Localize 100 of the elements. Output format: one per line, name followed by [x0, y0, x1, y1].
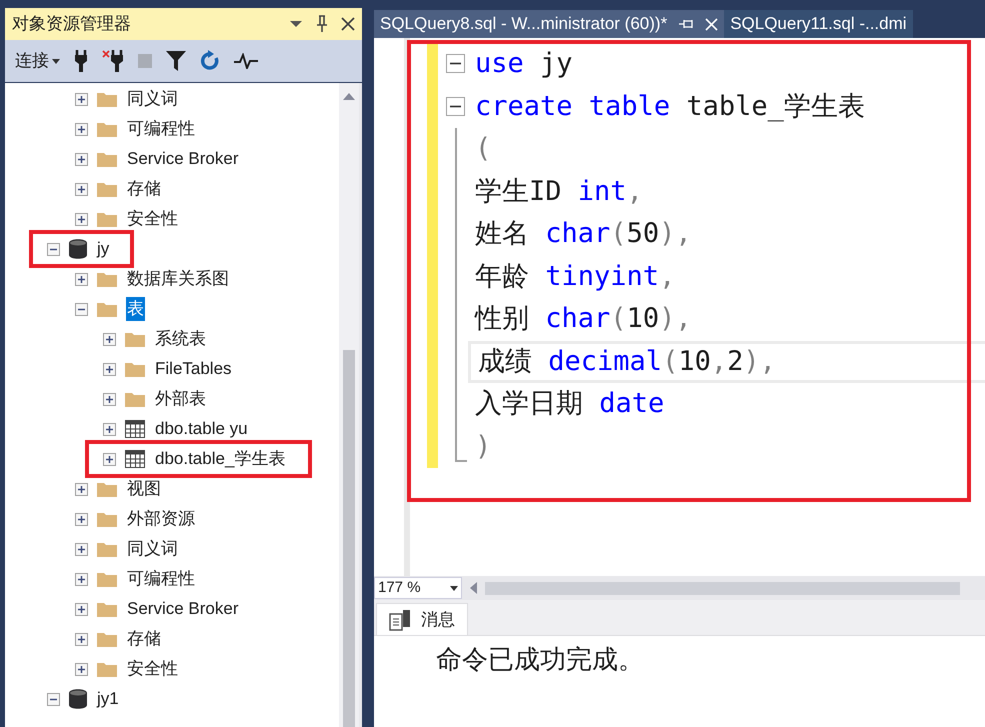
document-tab[interactable]: SQLQuery11.sql -...dmi — [724, 10, 913, 38]
code-line: use jy — [475, 47, 573, 82]
code-editor[interactable]: use jy create table table_学生表 ( 学生ID int, 姓名 char(50), 年龄 tinyint, 性别 char(10), 成绩 decimal(10,2), 入学日期 date ) — [374, 38, 985, 576]
code-line: 学生ID int, — [475, 174, 643, 209]
caret-icon — [52, 58, 60, 64]
horizontal-scrollbar-thumb[interactable] — [485, 582, 960, 594]
tree-item[interactable]: 外部表 — [154, 387, 207, 411]
database-icon — [69, 689, 87, 709]
scroll-left-icon[interactable] — [470, 582, 477, 594]
code-line: create table table_学生表 — [475, 90, 865, 124]
folder-icon — [97, 121, 117, 137]
expand-icon[interactable] — [103, 452, 116, 466]
code-line: ) — [475, 430, 492, 464]
activity-icon[interactable] — [234, 53, 258, 69]
tree-item[interactable]: 安全性 — [126, 657, 179, 681]
expand-icon[interactable] — [75, 632, 88, 646]
results-tab[interactable]: 消息 — [376, 603, 468, 635]
expand-icon[interactable] — [103, 362, 116, 376]
expand-icon[interactable] — [75, 542, 88, 556]
database-icon — [69, 239, 87, 259]
code-line: 成绩 decimal(10,2), — [478, 344, 776, 379]
tree-item[interactable]: 视图 — [126, 477, 162, 501]
dropdown-icon[interactable] — [290, 20, 302, 28]
expand-icon[interactable] — [75, 482, 88, 496]
collapse-icon[interactable] — [446, 54, 465, 73]
code-line: 年龄 tinyint, — [475, 260, 676, 294]
folder-icon — [97, 661, 117, 677]
tree-item[interactable]: 安全性 — [126, 207, 179, 231]
folder-icon — [97, 151, 117, 167]
tab-label: 消息 — [421, 608, 455, 631]
folder-icon — [97, 511, 117, 527]
folder-icon — [97, 601, 117, 617]
change-marker — [427, 426, 438, 468]
collapse-icon[interactable] — [47, 242, 60, 256]
vertical-scrollbar[interactable] — [339, 83, 359, 727]
expand-icon[interactable] — [75, 122, 88, 136]
change-marker — [427, 43, 438, 86]
expand-icon[interactable] — [75, 182, 88, 196]
scroll-up-icon[interactable] — [343, 93, 355, 100]
folder-icon — [97, 541, 117, 557]
tree-item[interactable]: jy — [96, 237, 110, 261]
refresh-icon[interactable] — [200, 50, 220, 72]
expand-icon[interactable] — [75, 512, 88, 526]
table-icon — [125, 420, 145, 438]
tree-item[interactable]: 系统表 — [154, 327, 207, 351]
close-icon[interactable] — [341, 17, 355, 31]
tab-title: SQLQuery8.sql - W...ministrator (60))* — [380, 13, 668, 36]
expand-icon[interactable] — [75, 152, 88, 166]
expand-icon[interactable] — [75, 602, 88, 616]
tree-item[interactable]: 外部资源 — [126, 507, 196, 531]
tree-item[interactable]: Service Broker — [126, 597, 240, 621]
tree-item[interactable]: jy1 — [96, 687, 120, 711]
tab-title: SQLQuery11.sql -...dmi — [730, 13, 907, 36]
code-line: 姓名 char(50), — [475, 217, 692, 252]
panel-title: 对象资源管理器 — [12, 13, 132, 36]
folder-icon — [97, 181, 117, 197]
tree-item[interactable]: 可编程性 — [126, 567, 196, 591]
expand-icon[interactable] — [75, 272, 88, 286]
folder-icon — [125, 361, 145, 377]
folder-icon — [97, 271, 117, 287]
code-line: ( — [475, 132, 492, 166]
expand-icon[interactable] — [103, 392, 116, 406]
zoom-value: 177 % — [378, 578, 421, 598]
tree-item[interactable]: dbo.table yu — [154, 417, 249, 441]
scrollbar-thumb[interactable] — [343, 350, 355, 727]
zoom-dropdown[interactable]: 177 % — [374, 577, 462, 599]
folder-icon — [97, 571, 117, 587]
disconnect-icon[interactable] — [102, 50, 124, 72]
tree-item[interactable]: 同义词 — [126, 87, 179, 111]
message-icon — [389, 608, 411, 630]
collapse-icon[interactable] — [47, 692, 60, 706]
fold-end — [455, 426, 467, 462]
filter-icon[interactable] — [166, 51, 186, 71]
folder-icon — [97, 631, 117, 647]
expand-icon[interactable] — [75, 92, 88, 106]
folder-icon — [125, 391, 145, 407]
expand-icon[interactable] — [103, 332, 116, 346]
tree-item[interactable]: 数据库关系图 — [126, 267, 230, 291]
tree-item[interactable]: dbo.table_学生表 — [154, 447, 286, 471]
expand-icon[interactable] — [75, 572, 88, 586]
tree-item[interactable]: FileTables — [154, 357, 233, 381]
collapse-icon[interactable] — [446, 96, 465, 116]
expand-icon[interactable] — [75, 662, 88, 676]
tree-item[interactable]: 同义词 — [126, 537, 179, 561]
expand-icon[interactable] — [75, 212, 88, 226]
folder-icon — [125, 331, 145, 347]
folder-icon — [97, 211, 117, 227]
plug-icon[interactable] — [74, 50, 88, 72]
tree-item[interactable]: 表 — [126, 297, 145, 321]
code-line: 入学日期 date — [475, 387, 664, 422]
tree-item[interactable]: 可编程性 — [126, 117, 196, 141]
pin-icon[interactable] — [316, 15, 328, 33]
tree-item[interactable]: Service Broker — [126, 147, 240, 171]
collapse-icon[interactable] — [75, 302, 88, 316]
connect-button[interactable]: 连接 — [15, 48, 60, 74]
expand-icon[interactable] — [103, 422, 116, 436]
tree-item[interactable]: 存储 — [126, 627, 162, 651]
folder-icon — [97, 91, 117, 107]
tree-item[interactable]: 存储 — [126, 177, 162, 201]
folder-icon — [97, 301, 117, 317]
